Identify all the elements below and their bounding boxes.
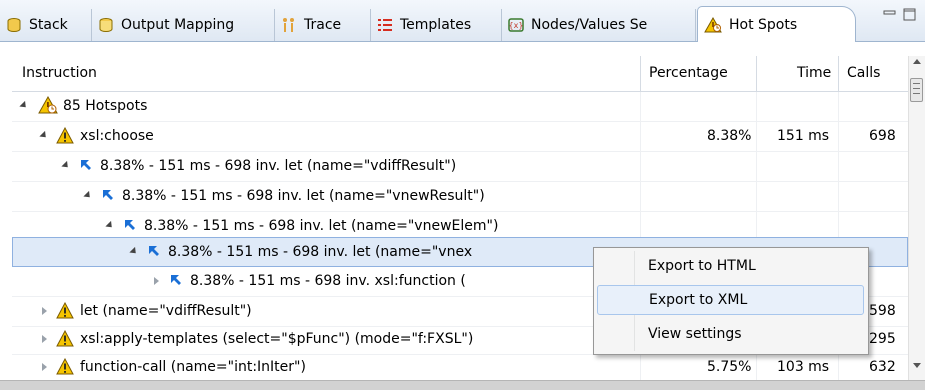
scroll-up-arrow-icon[interactable] <box>913 59 921 64</box>
cell-calls: 598 <box>869 303 896 319</box>
cell-time: 103 ms <box>777 359 830 375</box>
warning-icon <box>56 358 74 375</box>
menu-item-view-settings[interactable]: View settings <box>597 320 864 350</box>
tree-expander-collapsed[interactable] <box>42 335 47 343</box>
warning-icon <box>56 330 74 347</box>
row-label: 8.38% - 151 ms - 698 inv. let (name="vdi… <box>100 158 457 174</box>
invocation-arrow-icon <box>149 246 159 256</box>
menu-item-label: Export to XML <box>649 292 748 308</box>
invocation-arrow-icon <box>81 160 91 170</box>
row-label: 85 Hotspots <box>63 98 148 114</box>
menu-item-export-xml[interactable]: Export to XML <box>597 285 864 315</box>
tree-expander-collapsed[interactable] <box>42 363 47 371</box>
column-header-calls[interactable]: Calls <box>847 65 880 81</box>
column-header-instruction[interactable]: Instruction <box>22 65 97 81</box>
horizontal-scrollbar[interactable] <box>0 380 925 390</box>
scroll-down-arrow-icon[interactable] <box>913 363 921 368</box>
tree-expander-expanded[interactable] <box>83 190 93 201</box>
cell-calls: 698 <box>869 128 896 144</box>
row-label: function-call (name="int:InIter") <box>80 359 306 375</box>
tree-expander-expanded[interactable] <box>129 246 139 257</box>
table-row[interactable]: xsl:choose 8.38% 151 ms 698 <box>12 122 908 152</box>
invocation-arrow-icon <box>125 220 135 230</box>
row-label: 8.38% - 151 ms - 698 inv. xsl:function ( <box>190 273 466 289</box>
row-label: xsl:apply-templates (select="$pFunc") (m… <box>80 331 474 347</box>
warning-icon <box>56 127 74 144</box>
menu-item-export-html[interactable]: Export to HTML <box>597 252 864 282</box>
cell-percentage: 8.38% <box>707 128 752 144</box>
invocation-arrow-icon <box>103 190 113 200</box>
table-row[interactable]: 8.38% - 151 ms - 698 inv. let (name="vne… <box>12 182 908 212</box>
table-row[interactable]: 8.38% - 151 ms - 698 inv. let (name="vdi… <box>12 152 908 182</box>
tree-expander-collapsed[interactable] <box>42 307 47 315</box>
context-menu: Export to HTML Export to XML View settin… <box>593 247 869 355</box>
invocation-arrow-icon <box>171 275 181 285</box>
tree-expander-expanded[interactable] <box>105 220 115 231</box>
tree-expander-expanded[interactable] <box>39 130 49 141</box>
warning-icon <box>56 302 74 319</box>
menu-item-label: Export to HTML <box>648 258 756 274</box>
tree-expander-collapsed[interactable] <box>154 277 159 285</box>
row-label: xsl:choose <box>80 128 154 144</box>
column-header-percentage[interactable]: Percentage <box>649 65 728 81</box>
menu-item-label: View settings <box>648 326 742 342</box>
row-label: let (name="vdiffResult") <box>80 303 252 319</box>
cell-calls: 632 <box>869 359 896 375</box>
scrollbar-thumb[interactable] <box>910 78 923 102</box>
cell-time: 151 ms <box>777 128 830 144</box>
table-row[interactable]: 85 Hotspots <box>12 92 908 122</box>
table-row[interactable]: function-call (name="int:InIter") 5.75% … <box>12 353 908 383</box>
cell-calls: 295 <box>869 331 896 347</box>
tree-expander-expanded[interactable] <box>61 160 71 171</box>
vertical-scrollbar[interactable] <box>908 56 925 390</box>
row-label: 8.38% - 151 ms - 698 inv. let (name="vne… <box>168 244 473 260</box>
table-header: Instruction Percentage Time Calls <box>12 56 908 92</box>
row-label: 8.38% - 151 ms - 698 inv. let (name="vne… <box>122 188 485 204</box>
row-label: 8.38% - 151 ms - 698 inv. let (name="vne… <box>144 218 499 234</box>
cell-percentage: 5.75% <box>707 359 752 375</box>
hotspots-icon <box>38 96 58 114</box>
tree-expander-expanded[interactable] <box>19 100 29 111</box>
column-header-time[interactable]: Time <box>797 65 831 81</box>
